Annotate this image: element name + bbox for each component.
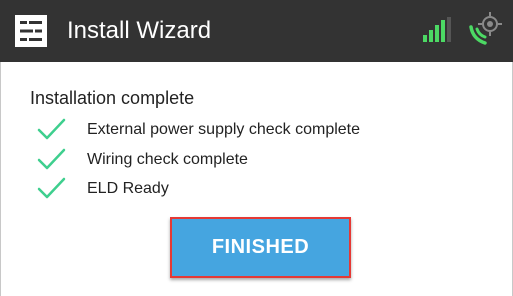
check-item-power-supply: External power supply check complete <box>37 117 497 143</box>
installation-status-title: Installation complete <box>30 88 195 108</box>
page-title: Install Wizard <box>67 17 212 44</box>
checkmark-icon <box>37 177 66 199</box>
check-item-eld-ready: ELD Ready <box>37 176 497 202</box>
check-item-label: ELD Ready <box>87 180 169 197</box>
checkmark-icon <box>37 118 66 140</box>
install-wizard-screen: Install Wizard Installation complete Ext… <box>0 0 513 296</box>
signal-strength-icon <box>423 17 451 42</box>
wizard-app-icon <box>15 15 47 47</box>
check-item-wiring: Wiring check complete <box>37 147 497 173</box>
check-item-label: Wiring check complete <box>87 151 248 168</box>
app-header: Install Wizard <box>0 0 513 62</box>
checkmark-icon <box>37 148 66 170</box>
finished-button[interactable]: FINISHED <box>170 217 351 278</box>
check-item-label: External power supply check complete <box>87 121 361 138</box>
install-status-panel: Installation complete External power sup… <box>0 62 513 296</box>
gps-location-icon <box>469 12 502 45</box>
